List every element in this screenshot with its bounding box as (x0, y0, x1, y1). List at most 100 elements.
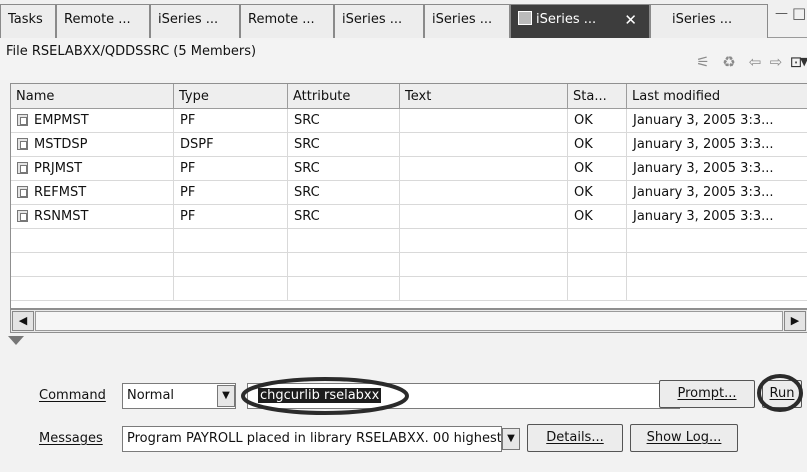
cell-status (568, 229, 627, 252)
cell-last-modified: January 3, 2005 3:3... (627, 157, 807, 180)
command-mode-value: Normal (127, 388, 175, 403)
tab-label: iSeries ... (342, 12, 403, 27)
cell-last-modified: January 3, 2005 3:3... (627, 109, 807, 132)
tab-label: iSeries ... (672, 12, 733, 27)
cell-status-value: OK (574, 185, 593, 200)
cell-name: REFMST (11, 181, 174, 204)
cell-attribute-value: SRC (294, 209, 320, 224)
close-icon[interactable]: ✕ (624, 5, 637, 35)
tab-iseries-1[interactable]: iSeries ... (150, 4, 240, 38)
cell-last-modified-value: January 3, 2005 3:3... (633, 209, 774, 224)
details-button[interactable]: Details... (527, 424, 623, 452)
iseries-table-icon (518, 11, 532, 25)
view-menu-icon[interactable]: ▼ (800, 51, 807, 73)
tab-iseries-active[interactable]: iSeries ... ✕ (510, 4, 650, 38)
cell-type: PF (174, 205, 288, 228)
tab-label: iSeries ... (536, 12, 597, 27)
cell-type-value: PF (180, 161, 196, 176)
scroll-left-icon[interactable]: ◀ (12, 311, 34, 331)
column-header-type[interactable]: Type (174, 84, 288, 109)
source-member-icon (17, 210, 28, 222)
refresh-icon[interactable]: ♻ (718, 51, 740, 73)
cell-status (568, 253, 627, 276)
scrollbar-thumb[interactable] (35, 311, 783, 331)
cell-attribute-value: SRC (294, 137, 320, 152)
cell-name: PRJMST (11, 157, 174, 180)
cell-status-value: OK (574, 209, 593, 224)
chevron-down-icon[interactable]: ▼ (217, 385, 235, 407)
cell-status: OK (568, 157, 627, 180)
collapse-arrow-icon[interactable] (8, 336, 24, 345)
column-header-last-modified[interactable]: Last modified (627, 84, 807, 109)
cell-name-value: EMPMST (34, 113, 89, 128)
messages-label: Messages (39, 431, 103, 446)
table-row[interactable]: MSTDSP DSPF SRC OK January 3, 2005 3:3... (11, 133, 807, 157)
cell-status-value: OK (574, 137, 593, 152)
tab-label: Remote ... (64, 12, 131, 27)
annotation-ellipse-command (241, 377, 409, 415)
cell-type: DSPF (174, 133, 288, 156)
table-row[interactable]: PRJMST PF SRC OK January 3, 2005 3:3... (11, 157, 807, 181)
show-log-button[interactable]: Show Log... (630, 424, 738, 452)
cell-attribute: SRC (288, 205, 400, 228)
cell-type: PF (174, 109, 288, 132)
messages-field[interactable]: Program PAYROLL placed in library RSELAB… (122, 426, 502, 452)
filter-icon[interactable]: ⚟ (692, 51, 714, 73)
cell-status (568, 277, 627, 300)
messages-value: Program PAYROLL placed in library RSELAB… (127, 431, 502, 446)
scroll-right-icon[interactable]: ▶ (784, 311, 806, 331)
cell-last-modified-value: January 3, 2005 3:3... (633, 113, 774, 128)
editor-tab-bar: Tasks Remote ... iSeries ... Remote ... … (0, 0, 807, 38)
back-icon[interactable]: ⇦ (744, 51, 766, 73)
maximize-icon[interactable]: □ (792, 4, 806, 22)
cell-last-modified: January 3, 2005 3:3... (627, 205, 807, 228)
cell-attribute-value: SRC (294, 113, 320, 128)
cell-status-value: OK (574, 161, 593, 176)
cell-type (174, 253, 288, 276)
cell-last-modified-value: January 3, 2005 3:3... (633, 161, 774, 176)
cell-attribute (288, 253, 400, 276)
cell-attribute (288, 277, 400, 300)
cell-name-value: REFMST (34, 185, 87, 200)
horizontal-scrollbar[interactable]: ◀ ▶ (10, 309, 807, 333)
cell-type: PF (174, 181, 288, 204)
cell-text (400, 229, 568, 252)
cell-type-value: PF (180, 209, 196, 224)
page-title: File RSELABXX/QDDSSRC (5 Members) (6, 44, 257, 59)
forward-icon[interactable]: ⇨ (765, 51, 787, 73)
cell-attribute: SRC (288, 157, 400, 180)
tab-label: Remote ... (248, 12, 315, 27)
column-header-attribute[interactable]: Attribute (288, 84, 400, 109)
cell-status: OK (568, 181, 627, 204)
table-row[interactable]: RSNMST PF SRC OK January 3, 2005 3:3... (11, 205, 807, 229)
cell-name: EMPMST (11, 109, 174, 132)
tab-remote-1[interactable]: Remote ... (56, 4, 150, 38)
minimize-icon[interactable]: — (775, 6, 788, 21)
cell-text (400, 205, 568, 228)
source-member-icon (17, 138, 28, 150)
cell-type-value: PF (180, 113, 196, 128)
prompt-button-label: Prompt... (677, 386, 737, 401)
cell-name (11, 253, 174, 276)
tab-iseries-2[interactable]: iSeries ... (334, 4, 424, 38)
tab-iseries-4[interactable]: iSeries ... (650, 4, 768, 38)
cell-attribute-value: SRC (294, 185, 320, 200)
cell-type: PF (174, 157, 288, 180)
chevron-down-icon[interactable]: ▼ (502, 428, 520, 450)
column-header-text[interactable]: Text (400, 84, 568, 109)
source-member-icon (17, 114, 28, 126)
tab-label: iSeries ... (158, 12, 219, 27)
table-row (11, 229, 807, 253)
cell-attribute-value: SRC (294, 161, 320, 176)
table-row[interactable]: REFMST PF SRC OK January 3, 2005 3:3... (11, 181, 807, 205)
tab-label: Tasks (8, 12, 43, 27)
tab-tasks[interactable]: Tasks (0, 4, 56, 38)
tab-remote-2[interactable]: Remote ... (240, 4, 334, 38)
prompt-button[interactable]: Prompt... (659, 380, 755, 408)
table-row[interactable]: EMPMST PF SRC OK January 3, 2005 3:3... (11, 109, 807, 133)
cell-text (400, 157, 568, 180)
tab-iseries-3[interactable]: iSeries ... (424, 4, 510, 38)
column-header-status[interactable]: Sta... (568, 84, 627, 109)
source-member-icon (17, 186, 28, 198)
column-header-name[interactable]: Name (11, 84, 174, 109)
